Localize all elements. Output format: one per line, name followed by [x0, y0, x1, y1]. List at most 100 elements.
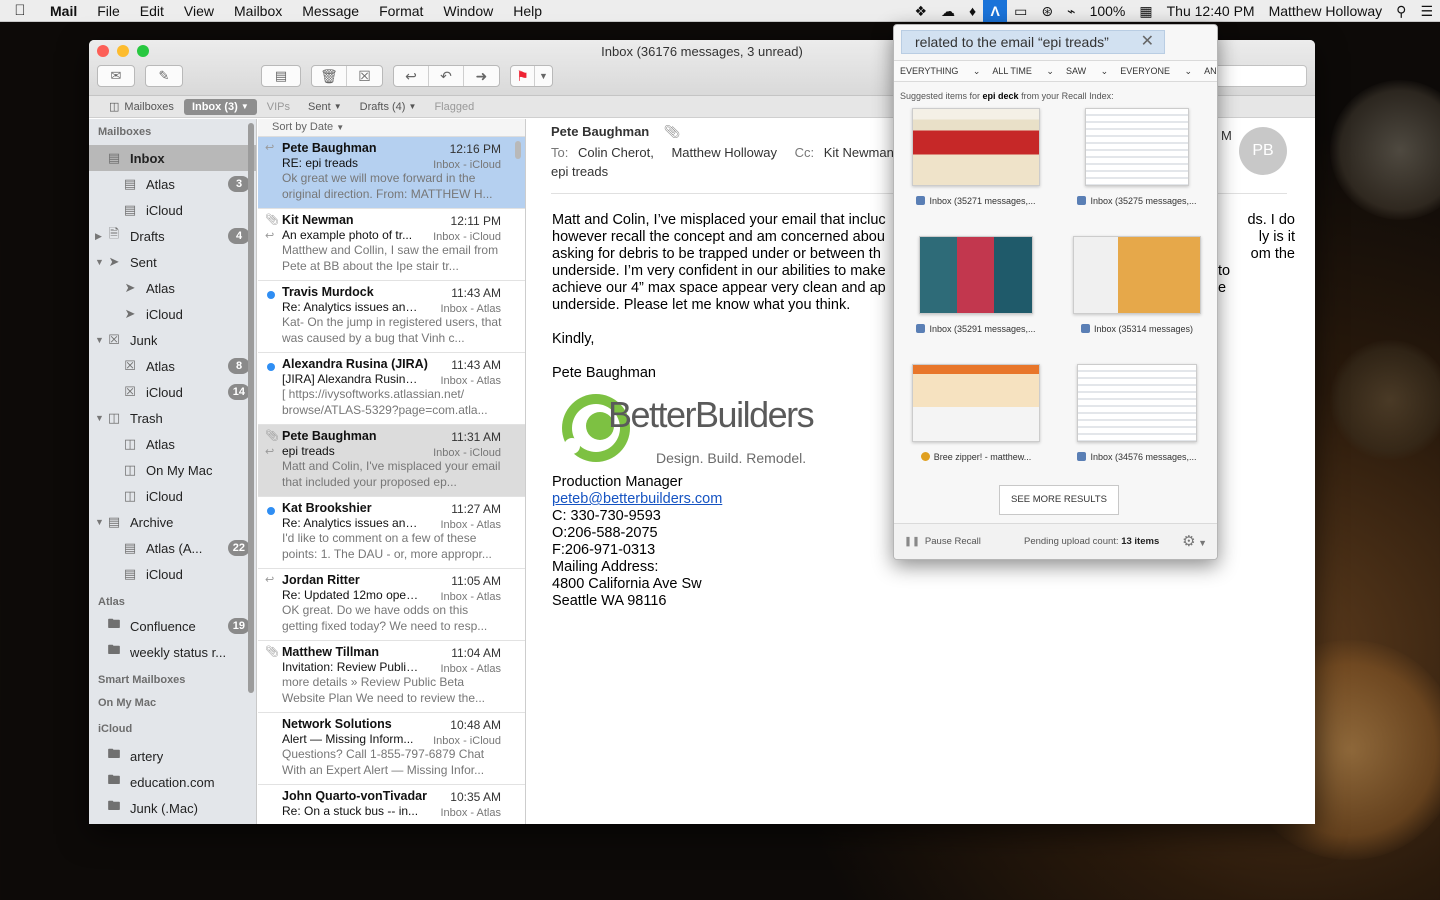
- sidebar-item-trash-icloud[interactable]: ◫ iCloud: [89, 483, 256, 509]
- airplay-icon[interactable]: ▭: [1007, 0, 1034, 22]
- message-row[interactable]: Alexandra Rusina (JIRA) 11:43 AM [JIRA] …: [258, 353, 525, 425]
- recall-result[interactable]: Inbox (35314 messages): [1072, 236, 1202, 334]
- apple-menu-icon[interactable]: : [0, 2, 40, 19]
- get-mail-button[interactable]: ✉: [97, 65, 135, 87]
- sidebar-item-archive[interactable]: ▼ ▤ Archive: [89, 509, 256, 535]
- message-row[interactable]: John Quarto-vonTivadar 10:35 AM Re: On a…: [258, 785, 525, 824]
- message-row[interactable]: Kat Brookshier 11:27 AM Re: Analytics is…: [258, 497, 525, 569]
- filter-activity[interactable]: SAW ⌄: [1066, 66, 1108, 77]
- message-row[interactable]: ↩ Pete Baughman 12:16 PM RE: epi treads …: [258, 137, 525, 209]
- close-icon[interactable]: ✕: [1141, 31, 1154, 53]
- recall-result[interactable]: Bree zipper! - matthew...: [911, 364, 1041, 462]
- cc-recipient[interactable]: Kit Newman,: [824, 145, 898, 160]
- disclosure-down-icon[interactable]: ▼: [95, 413, 104, 423]
- sidebar-item-inbox-atlas[interactable]: ▤ Atlas 3: [89, 171, 256, 197]
- calendar-icon[interactable]: ▦: [1132, 0, 1159, 22]
- forward-icon[interactable]: ➜: [464, 66, 499, 86]
- recipient[interactable]: Colin Cherot,: [578, 145, 654, 160]
- sort-control[interactable]: Sort by Date ▼: [258, 119, 525, 137]
- message-row[interactable]: 📎︎ ↩ Pete Baughman 11:31 AM epi treads I…: [258, 425, 525, 497]
- message-row[interactable]: Travis Murdock 11:43 AM Re: Analytics is…: [258, 281, 525, 353]
- archive-button[interactable]: ▤: [261, 65, 301, 87]
- menu-user[interactable]: Matthew Holloway: [1262, 0, 1390, 22]
- sidebar-section-on-my-mac[interactable]: On My Mac: [89, 691, 256, 717]
- gear-icon[interactable]: ⚙ ▼: [1182, 532, 1207, 550]
- menu-format[interactable]: Format: [369, 0, 433, 22]
- message-row[interactable]: Network Solutions 10:48 AM Alert — Missi…: [258, 713, 525, 785]
- sidebar-item-sent[interactable]: ▼ ➤ Sent: [89, 249, 256, 275]
- sidebar-item-artery[interactable]: 🖿︎ artery: [89, 743, 256, 769]
- disclosure-down-icon[interactable]: ▼: [95, 335, 104, 345]
- sidebar-item-junk-atlas[interactable]: ☒ Atlas 8: [89, 353, 256, 379]
- sidebar-item-archive-atlas[interactable]: ▤ Atlas (A... 22: [89, 535, 256, 561]
- evernote-icon[interactable]: ♦: [962, 0, 983, 22]
- sidebar-item-junk-mac[interactable]: 🖿︎ Junk (.Mac): [89, 795, 256, 821]
- see-more-results-button[interactable]: SEE MORE RESULTS: [999, 485, 1119, 515]
- notification-center-icon[interactable]: ☰: [1413, 0, 1440, 22]
- sidebar-item-sent-icloud[interactable]: ➤ iCloud: [89, 301, 256, 327]
- sidebar-item-inbox[interactable]: ▤ Inbox: [89, 145, 256, 171]
- message-row[interactable]: ↩ Jordan Ritter 11:05 AM Re: Updated 12m…: [258, 569, 525, 641]
- sidebar-item-sent-atlas[interactable]: ➤ Atlas: [89, 275, 256, 301]
- spotlight-icon[interactable]: ⚲: [1389, 0, 1413, 22]
- sidebar-section-icloud[interactable]: iCloud: [89, 717, 256, 743]
- junk-icon[interactable]: ☒: [347, 66, 382, 86]
- recall-menu-icon[interactable]: Λ: [983, 0, 1008, 22]
- reply-icon[interactable]: ↩: [394, 66, 429, 86]
- sidebar-section-smart-mailboxes[interactable]: Smart Mailboxes: [89, 665, 256, 691]
- sidebar-item-weekly-status[interactable]: 🖿︎ weekly status r...: [89, 639, 256, 665]
- header-sender[interactable]: Pete Baughman: [551, 124, 649, 139]
- dropbox-icon[interactable]: ❖: [907, 0, 934, 22]
- message-row[interactable]: 📎︎ ↩ Kit Newman 12:11 PM An example phot…: [258, 209, 525, 281]
- compose-button[interactable]: ✎: [145, 65, 183, 87]
- sidebar-item-drafts[interactable]: ▶ 🗎︎ Drafts 4: [89, 223, 256, 249]
- sidebar-item-trash[interactable]: ▼ ◫ Trash: [89, 405, 256, 431]
- wifi-icon[interactable]: ⌁: [1060, 0, 1082, 22]
- battery-status[interactable]: 100%: [1083, 0, 1133, 22]
- sidebar-item-archive-icloud[interactable]: ▤ iCloud: [89, 561, 256, 587]
- recall-result[interactable]: Inbox (35275 messages,...: [1072, 108, 1202, 206]
- flag-chevron-down-icon[interactable]: ▼: [535, 66, 552, 86]
- sidebar-item-trash-onmymac[interactable]: ◫ On My Mac: [89, 457, 256, 483]
- sidebar-item-education[interactable]: 🖿︎ education.com: [89, 769, 256, 795]
- sidebar-item-confluence[interactable]: 🖿︎ Confluence 19: [89, 613, 256, 639]
- menu-mailbox[interactable]: Mailbox: [224, 0, 292, 22]
- message-row[interactable]: 📎︎ Matthew Tillman 11:04 AM Invitation: …: [258, 641, 525, 713]
- menu-app-name[interactable]: Mail: [40, 0, 87, 22]
- sidebar-section-mailboxes[interactable]: Mailboxes: [89, 119, 256, 145]
- menu-view[interactable]: View: [174, 0, 224, 22]
- recall-query-pill[interactable]: related to the email “epi treads” ✕: [901, 30, 1165, 54]
- favorites-drafts[interactable]: Drafts (4) ▼: [352, 99, 425, 115]
- recall-result[interactable]: Inbox (34576 messages,...: [1072, 364, 1202, 462]
- creative-cloud-icon[interactable]: ☁: [934, 0, 962, 22]
- favorites-inbox[interactable]: Inbox (3) ▼: [183, 98, 257, 115]
- trash-icon[interactable]: 🗑︎: [312, 66, 347, 86]
- menu-message[interactable]: Message: [292, 0, 369, 22]
- sidebar-scrollbar[interactable]: [248, 123, 254, 693]
- recipient[interactable]: Matthew Holloway: [671, 145, 777, 160]
- flag-icon[interactable]: ⚑: [511, 66, 535, 86]
- filter-type[interactable]: EVERYTHING ⌄: [900, 66, 980, 77]
- disclosure-down-icon[interactable]: ▼: [95, 517, 104, 527]
- filter-location[interactable]: ANY LOCATION ⌄: [1204, 66, 1217, 77]
- sidebar-item-trash-atlas[interactable]: ◫ Atlas: [89, 431, 256, 457]
- menu-help[interactable]: Help: [503, 0, 552, 22]
- recall-result[interactable]: Inbox (35271 messages,...: [911, 108, 1041, 206]
- sidebar-item-junk-icloud[interactable]: ☒ iCloud 14: [89, 379, 256, 405]
- menu-window[interactable]: Window: [433, 0, 503, 22]
- sidebar-section-atlas[interactable]: Atlas: [89, 587, 256, 613]
- menu-file[interactable]: File: [87, 0, 130, 22]
- menu-clock[interactable]: Thu 12:40 PM: [1160, 0, 1262, 22]
- sidebar-item-junk[interactable]: ▼ ☒ Junk: [89, 327, 256, 353]
- filter-people[interactable]: EVERYONE ⌄: [1120, 66, 1192, 77]
- bluetooth-icon[interactable]: ⊛: [1034, 0, 1060, 22]
- filter-time[interactable]: ALL TIME ⌄: [992, 66, 1054, 77]
- favorites-vips[interactable]: VIPs: [259, 99, 298, 115]
- favorites-sent[interactable]: Sent ▼: [300, 99, 350, 115]
- recall-result[interactable]: Inbox (35291 messages,...: [911, 236, 1041, 334]
- reply-all-icon[interactable]: ↶: [429, 66, 464, 86]
- favorites-flagged[interactable]: Flagged: [426, 99, 482, 115]
- message-list-scrollbar[interactable]: [515, 141, 521, 159]
- favorites-mailboxes[interactable]: ◫ Mailboxes: [101, 98, 182, 115]
- sidebar-item-inbox-icloud[interactable]: ▤ iCloud: [89, 197, 256, 223]
